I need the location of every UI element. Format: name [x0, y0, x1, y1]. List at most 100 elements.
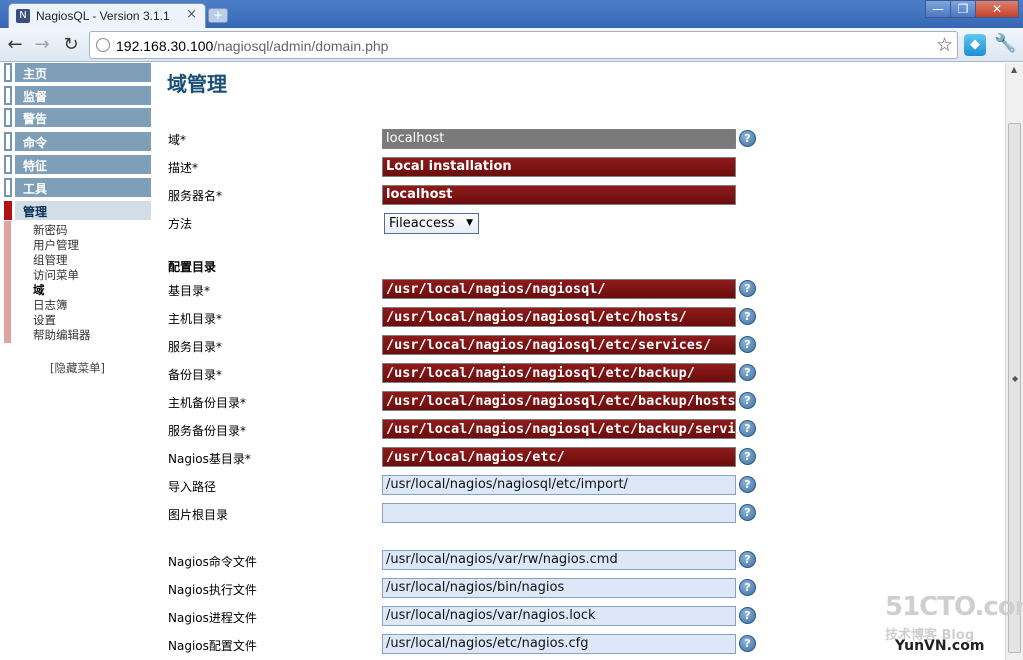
import-path-field[interactable]: /usr/local/nagios/nagiosql/etc/import/: [382, 475, 736, 495]
section-title: 配置目录: [168, 260, 217, 274]
picture-dir-label: 图片根目录: [168, 508, 229, 522]
backup-dir-field[interactable]: /usr/local/nagios/nagiosql/etc/backup/: [382, 363, 736, 383]
domain-field[interactable]: localhost: [382, 129, 736, 149]
url-text[interactable]: 192.168.30.100/nagiosql/admin/domain.php: [116, 38, 388, 54]
help-icon[interactable]: ?: [739, 448, 756, 465]
browser-tab[interactable]: N NagiosQL - Version 3.1.1 ×: [8, 3, 206, 28]
service-dir-label: 服务目录*: [168, 340, 223, 354]
nagios-base-dir-field[interactable]: /usr/local/nagios/etc/: [382, 447, 736, 467]
help-icon[interactable]: ?: [739, 579, 756, 596]
help-icon[interactable]: ?: [739, 504, 756, 521]
server-name-field[interactable]: localhost: [382, 185, 736, 205]
nagios-process-file-field[interactable]: /usr/local/nagios/var/nagios.lock: [382, 606, 736, 626]
scroll-thumb[interactable]: ◆: [1008, 123, 1021, 653]
service-backup-dir-label: 服务备份目录*: [168, 424, 247, 438]
help-icon[interactable]: ?: [739, 130, 756, 147]
nagios-base-dir-label: Nagios基目录*: [168, 452, 251, 466]
watermark: 51CTO.com 技术博客 Blog YunVN.com: [885, 592, 1023, 654]
sidebar-item-monitoring[interactable]: 监督: [4, 86, 151, 106]
help-icon[interactable]: ?: [739, 476, 756, 493]
sidebar-item-label: 管理: [23, 205, 48, 219]
sidebar-item-label: 特征: [23, 159, 48, 173]
nagios-command-file-label: Nagios命令文件: [168, 555, 257, 569]
sidebar-item-alarming[interactable]: 警告: [4, 108, 151, 128]
help-icon[interactable]: ?: [739, 420, 756, 437]
nagios-command-file-field[interactable]: /usr/local/nagios/var/rw/nagios.cmd: [382, 550, 736, 570]
sidebar-item-commands[interactable]: 命令: [4, 132, 151, 152]
scroll-up-arrow-icon[interactable]: ▲: [1011, 65, 1017, 74]
nagiosql-favicon-icon: N: [16, 9, 30, 23]
sidebar-item-label: 工具: [23, 182, 48, 196]
help-icon[interactable]: ?: [739, 635, 756, 652]
address-bar[interactable]: 192.168.30.100/nagiosql/admin/domain.php…: [89, 31, 958, 59]
watermark-line-3: YunVN.com: [895, 638, 985, 654]
submenu-item-menu-access[interactable]: 访问菜单: [33, 268, 91, 283]
extension-icon[interactable]: ◆: [964, 34, 986, 56]
sidebar-item-administration[interactable]: 管理: [4, 201, 151, 221]
wrench-icon[interactable]: 🔧: [994, 33, 1016, 54]
base-dir-field[interactable]: /usr/local/nagios/nagiosql/: [382, 279, 736, 299]
submenu-item-domain[interactable]: 域: [33, 283, 91, 298]
maximize-button[interactable]: ❐: [950, 0, 976, 18]
description-field[interactable]: Local installation: [382, 157, 736, 177]
submenu-item-user-admin[interactable]: 用户管理: [33, 238, 91, 253]
help-icon[interactable]: ?: [739, 607, 756, 624]
server-name-label: 服务器名*: [168, 189, 223, 203]
description-label: 描述*: [168, 161, 199, 175]
host-dir-field[interactable]: /usr/local/nagios/nagiosql/etc/hosts/: [382, 307, 736, 327]
submenu-stripe: [4, 221, 11, 343]
host-backup-dir-label: 主机备份目录*: [168, 396, 247, 410]
submenu-item-settings[interactable]: 设置: [33, 313, 91, 328]
sidebar-item-label: 命令: [23, 136, 48, 150]
submenu: 新密码 用户管理 组管理 访问菜单 域 日志簿 设置 帮助编辑器: [33, 223, 91, 343]
sidebar-item-label: 警告: [23, 112, 48, 126]
submenu-item-group-admin[interactable]: 组管理: [33, 253, 91, 268]
back-arrow-icon[interactable]: ←: [4, 34, 26, 56]
tab-close-icon[interactable]: ×: [186, 7, 197, 22]
help-icon[interactable]: ?: [739, 308, 756, 325]
page-title: 域管理: [167, 72, 227, 96]
nagios-binary-file-field[interactable]: /usr/local/nagios/bin/nagios: [382, 578, 736, 598]
vertical-scrollbar[interactable]: ▲ ◆: [1005, 63, 1023, 660]
host-dir-label: 主机目录*: [168, 312, 223, 326]
submenu-item-logbook[interactable]: 日志簿: [33, 298, 91, 313]
sidebar-item-label: 监督: [23, 90, 48, 104]
bookmark-star-icon[interactable]: ☆: [936, 34, 953, 56]
scroll-grip-icon: ◆: [1012, 374, 1019, 383]
hide-menu-link[interactable]: [隐藏菜单]: [50, 360, 105, 376]
nagios-binary-file-label: Nagios执行文件: [168, 583, 257, 597]
sidebar-item-home[interactable]: 主页: [4, 63, 151, 83]
help-icon[interactable]: ?: [739, 364, 756, 381]
sidebar-item-tools[interactable]: 工具: [4, 178, 151, 198]
picture-dir-field[interactable]: [382, 503, 736, 523]
service-dir-field[interactable]: /usr/local/nagios/nagiosql/etc/services/: [382, 335, 736, 355]
submenu-item-help-editor[interactable]: 帮助编辑器: [33, 328, 91, 343]
submenu-item-new-password[interactable]: 新密码: [33, 223, 91, 238]
watermark-line-1: 51CTO.com: [885, 592, 1023, 622]
host-backup-dir-field[interactable]: /usr/local/nagios/nagiosql/etc/backup/ho…: [382, 391, 736, 411]
minimize-button[interactable]: —: [925, 0, 951, 18]
sidebar-item-label: 主页: [23, 67, 48, 81]
base-dir-label: 基目录*: [168, 284, 211, 298]
close-window-button[interactable]: ✕: [975, 0, 1019, 18]
method-label: 方法: [168, 217, 193, 231]
globe-icon: [96, 38, 110, 52]
forward-arrow-icon[interactable]: →: [31, 34, 53, 56]
sidebar-item-specialties[interactable]: 特征: [4, 155, 151, 175]
service-backup-dir-field[interactable]: /usr/local/nagios/nagiosql/etc/backup/se…: [382, 419, 736, 439]
help-icon[interactable]: ?: [739, 392, 756, 409]
browser-toolbar: ← → ↻ 192.168.30.100/nagiosql/admin/doma…: [0, 28, 1023, 62]
reload-icon[interactable]: ↻: [60, 34, 82, 56]
tab-title: NagiosQL - Version 3.1.1: [36, 9, 170, 23]
nagios-process-file-label: Nagios进程文件: [168, 611, 257, 625]
help-icon[interactable]: ?: [739, 336, 756, 353]
nagios-config-file-label: Nagios配置文件: [168, 639, 257, 653]
new-tab-button[interactable]: +: [208, 8, 228, 23]
chevron-down-icon: ▼: [466, 218, 473, 228]
import-path-label: 导入路径: [168, 480, 217, 494]
method-select-value: Fileaccess: [389, 216, 455, 231]
help-icon[interactable]: ?: [739, 551, 756, 568]
nagios-config-file-field[interactable]: /usr/local/nagios/etc/nagios.cfg: [382, 634, 736, 654]
method-select[interactable]: Fileaccess ▼: [384, 213, 479, 234]
help-icon[interactable]: ?: [739, 280, 756, 297]
